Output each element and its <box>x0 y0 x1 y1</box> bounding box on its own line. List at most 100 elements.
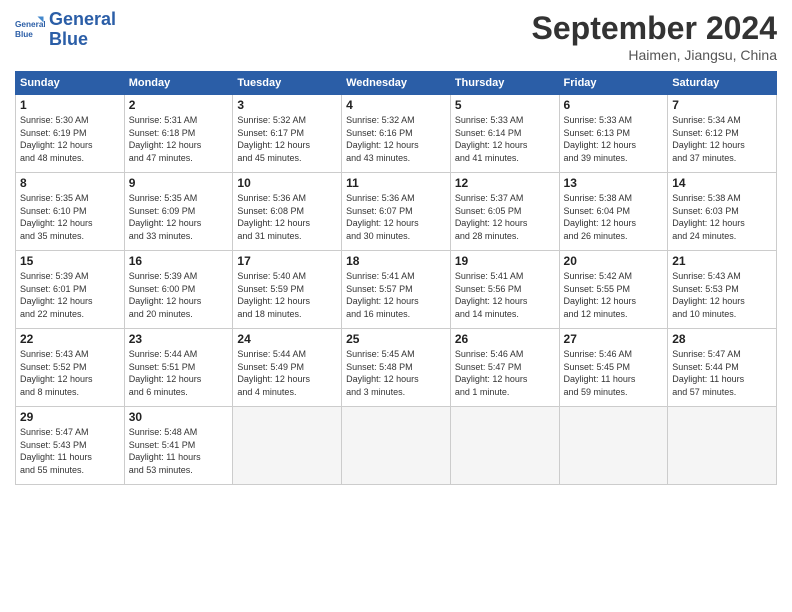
day-info: Sunrise: 5:48 AM Sunset: 5:41 PM Dayligh… <box>129 426 229 476</box>
day-number: 18 <box>346 254 446 268</box>
day-info: Sunrise: 5:43 AM Sunset: 5:53 PM Dayligh… <box>672 270 772 320</box>
calendar-cell: 25 Sunrise: 5:45 AM Sunset: 5:48 PM Dayli… <box>342 329 451 407</box>
weekday-header-friday: Friday <box>559 72 668 95</box>
calendar-cell: 8Sunrise: 5:35 AM Sunset: 6:10 PM Daylig… <box>16 173 125 251</box>
weekday-header-tuesday: Tuesday <box>233 72 342 95</box>
header: General Blue General Blue September 2024… <box>15 10 777 63</box>
calendar-cell: 19 Sunrise: 5:41 AM Sunset: 5:56 PM Dayli… <box>450 251 559 329</box>
calendar-cell: 18 Sunrise: 5:41 AM Sunset: 5:57 PM Dayli… <box>342 251 451 329</box>
calendar-cell: 16 Sunrise: 5:39 AM Sunset: 6:00 PM Dayli… <box>124 251 233 329</box>
day-info: Sunrise: 5:35 AM Sunset: 6:10 PM Dayligh… <box>20 192 120 242</box>
calendar-cell: 12 Sunrise: 5:37 AM Sunset: 6:05 PM Dayli… <box>450 173 559 251</box>
calendar-cell: 1 Sunrise: 5:30 AM Sunset: 6:19 PM Daylig… <box>16 95 125 173</box>
calendar-week-5: 29 Sunrise: 5:47 AM Sunset: 5:43 PM Dayli… <box>16 407 777 485</box>
svg-text:Blue: Blue <box>15 30 33 39</box>
day-number: 14 <box>672 176 772 190</box>
day-info: Sunrise: 5:37 AM Sunset: 6:05 PM Dayligh… <box>455 192 555 242</box>
day-info: Sunrise: 5:40 AM Sunset: 5:59 PM Dayligh… <box>237 270 337 320</box>
calendar-week-3: 15Sunrise: 5:39 AM Sunset: 6:01 PM Dayli… <box>16 251 777 329</box>
logo-icon: General Blue <box>15 15 45 45</box>
day-info: Sunrise: 5:47 AM Sunset: 5:44 PM Dayligh… <box>672 348 772 398</box>
calendar-cell: 27 Sunrise: 5:46 AM Sunset: 5:45 PM Dayli… <box>559 329 668 407</box>
calendar-cell: 17 Sunrise: 5:40 AM Sunset: 5:59 PM Dayli… <box>233 251 342 329</box>
day-number: 17 <box>237 254 337 268</box>
day-info: Sunrise: 5:47 AM Sunset: 5:43 PM Dayligh… <box>20 426 120 476</box>
page: General Blue General Blue September 2024… <box>0 0 792 612</box>
day-number: 7 <box>672 98 772 112</box>
day-number: 11 <box>346 176 446 190</box>
calendar-week-2: 8Sunrise: 5:35 AM Sunset: 6:10 PM Daylig… <box>16 173 777 251</box>
weekday-header-thursday: Thursday <box>450 72 559 95</box>
day-info: Sunrise: 5:34 AM Sunset: 6:12 PM Dayligh… <box>672 114 772 164</box>
day-info: Sunrise: 5:45 AM Sunset: 5:48 PM Dayligh… <box>346 348 446 398</box>
calendar-cell <box>233 407 342 485</box>
day-number: 12 <box>455 176 555 190</box>
day-number: 19 <box>455 254 555 268</box>
day-number: 27 <box>564 332 664 346</box>
day-number: 23 <box>129 332 229 346</box>
day-number: 25 <box>346 332 446 346</box>
day-number: 16 <box>129 254 229 268</box>
calendar-cell: 26 Sunrise: 5:46 AM Sunset: 5:47 PM Dayli… <box>450 329 559 407</box>
day-number: 10 <box>237 176 337 190</box>
calendar-cell: 22 Sunrise: 5:43 AM Sunset: 5:52 PM Dayli… <box>16 329 125 407</box>
day-number: 29 <box>20 410 120 424</box>
calendar-cell: 4 Sunrise: 5:32 AM Sunset: 6:16 PM Daylig… <box>342 95 451 173</box>
logo: General Blue General Blue <box>15 10 116 50</box>
day-info: Sunrise: 5:32 AM Sunset: 6:17 PM Dayligh… <box>237 114 337 164</box>
title-month: September 2024 <box>532 10 777 47</box>
title-block: September 2024 Haimen, Jiangsu, China <box>532 10 777 63</box>
weekday-header-monday: Monday <box>124 72 233 95</box>
day-info: Sunrise: 5:36 AM Sunset: 6:07 PM Dayligh… <box>346 192 446 242</box>
calendar-cell: 6 Sunrise: 5:33 AM Sunset: 6:13 PM Daylig… <box>559 95 668 173</box>
day-number: 28 <box>672 332 772 346</box>
weekday-header-wednesday: Wednesday <box>342 72 451 95</box>
calendar-cell: 9Sunrise: 5:35 AM Sunset: 6:09 PM Daylig… <box>124 173 233 251</box>
day-info: Sunrise: 5:31 AM Sunset: 6:18 PM Dayligh… <box>129 114 229 164</box>
day-info: Sunrise: 5:44 AM Sunset: 5:49 PM Dayligh… <box>237 348 337 398</box>
day-number: 26 <box>455 332 555 346</box>
day-number: 6 <box>564 98 664 112</box>
calendar-cell: 14Sunrise: 5:38 AM Sunset: 6:03 PM Dayli… <box>668 173 777 251</box>
day-info: Sunrise: 5:30 AM Sunset: 6:19 PM Dayligh… <box>20 114 120 164</box>
calendar-cell: 13Sunrise: 5:38 AM Sunset: 6:04 PM Dayli… <box>559 173 668 251</box>
day-info: Sunrise: 5:46 AM Sunset: 5:45 PM Dayligh… <box>564 348 664 398</box>
calendar-cell: 20 Sunrise: 5:42 AM Sunset: 5:55 PM Dayli… <box>559 251 668 329</box>
day-number: 1 <box>20 98 120 112</box>
weekday-header-saturday: Saturday <box>668 72 777 95</box>
calendar-cell: 11 Sunrise: 5:36 AM Sunset: 6:07 PM Dayli… <box>342 173 451 251</box>
calendar-week-1: 1 Sunrise: 5:30 AM Sunset: 6:19 PM Daylig… <box>16 95 777 173</box>
calendar-cell: 21Sunrise: 5:43 AM Sunset: 5:53 PM Dayli… <box>668 251 777 329</box>
calendar-cell <box>559 407 668 485</box>
weekday-header-row: SundayMondayTuesdayWednesdayThursdayFrid… <box>16 72 777 95</box>
weekday-header-sunday: Sunday <box>16 72 125 95</box>
day-number: 20 <box>564 254 664 268</box>
day-info: Sunrise: 5:42 AM Sunset: 5:55 PM Dayligh… <box>564 270 664 320</box>
day-number: 4 <box>346 98 446 112</box>
day-info: Sunrise: 5:33 AM Sunset: 6:14 PM Dayligh… <box>455 114 555 164</box>
calendar-cell: 3Sunrise: 5:32 AM Sunset: 6:17 PM Daylig… <box>233 95 342 173</box>
day-number: 2 <box>129 98 229 112</box>
day-info: Sunrise: 5:41 AM Sunset: 5:57 PM Dayligh… <box>346 270 446 320</box>
calendar-cell <box>668 407 777 485</box>
logo-line2: Blue <box>49 29 88 49</box>
calendar-cell: 7 Sunrise: 5:34 AM Sunset: 6:12 PM Daylig… <box>668 95 777 173</box>
day-info: Sunrise: 5:39 AM Sunset: 6:00 PM Dayligh… <box>129 270 229 320</box>
calendar-table: SundayMondayTuesdayWednesdayThursdayFrid… <box>15 71 777 485</box>
day-info: Sunrise: 5:44 AM Sunset: 5:51 PM Dayligh… <box>129 348 229 398</box>
day-info: Sunrise: 5:32 AM Sunset: 6:16 PM Dayligh… <box>346 114 446 164</box>
calendar-cell: 30Sunrise: 5:48 AM Sunset: 5:41 PM Dayli… <box>124 407 233 485</box>
day-info: Sunrise: 5:43 AM Sunset: 5:52 PM Dayligh… <box>20 348 120 398</box>
calendar-week-4: 22 Sunrise: 5:43 AM Sunset: 5:52 PM Dayli… <box>16 329 777 407</box>
svg-text:General: General <box>15 20 45 29</box>
calendar-cell: 28 Sunrise: 5:47 AM Sunset: 5:44 PM Dayli… <box>668 329 777 407</box>
calendar-cell: 5Sunrise: 5:33 AM Sunset: 6:14 PM Daylig… <box>450 95 559 173</box>
day-info: Sunrise: 5:46 AM Sunset: 5:47 PM Dayligh… <box>455 348 555 398</box>
day-info: Sunrise: 5:33 AM Sunset: 6:13 PM Dayligh… <box>564 114 664 164</box>
day-info: Sunrise: 5:38 AM Sunset: 6:04 PM Dayligh… <box>564 192 664 242</box>
calendar-cell <box>342 407 451 485</box>
calendar-cell: 24Sunrise: 5:44 AM Sunset: 5:49 PM Dayli… <box>233 329 342 407</box>
day-info: Sunrise: 5:41 AM Sunset: 5:56 PM Dayligh… <box>455 270 555 320</box>
day-number: 22 <box>20 332 120 346</box>
calendar-cell: 15Sunrise: 5:39 AM Sunset: 6:01 PM Dayli… <box>16 251 125 329</box>
